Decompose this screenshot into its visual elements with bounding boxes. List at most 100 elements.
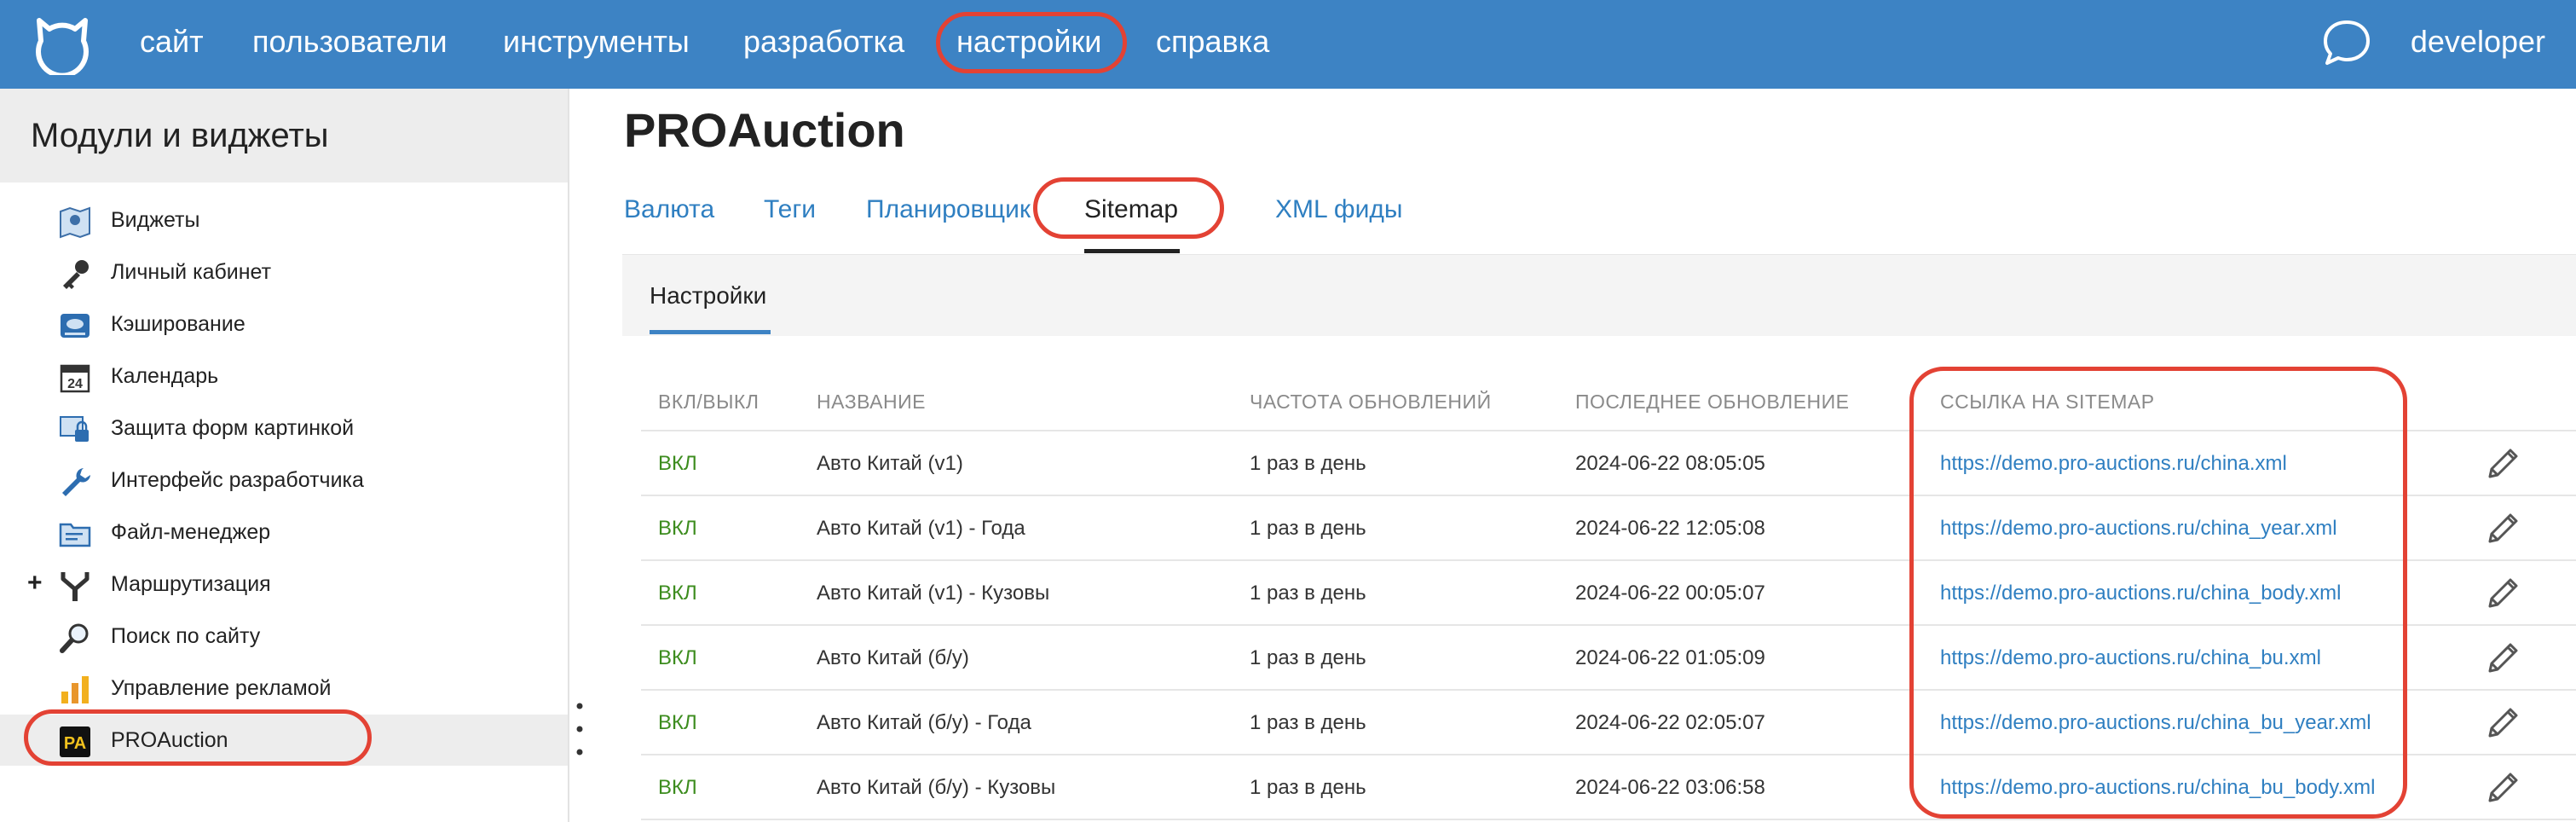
- sidebar-item-account[interactable]: Личный кабинет: [0, 246, 568, 298]
- sidebar-item-label: Управление рекламой: [111, 676, 332, 700]
- table-row: ВКЛ Авто Китай (б/у) - Года 1 раз в день…: [641, 691, 2576, 755]
- tab-tags[interactable]: Теги: [764, 193, 816, 227]
- chat-bubble-icon[interactable]: [2320, 17, 2373, 68]
- sidebar: Модули и виджеты Виджеты Личный кабинет …: [0, 89, 569, 822]
- widgets-map-icon: [60, 206, 90, 239]
- status-toggle[interactable]: ВКЛ: [658, 645, 697, 672]
- sidebar-item-ads[interactable]: Управление рекламой: [0, 663, 568, 714]
- status-toggle[interactable]: ВКЛ: [658, 450, 697, 478]
- tab-sitemap[interactable]: Sitemap: [1084, 193, 1178, 227]
- subtab-panel: Настройки: [622, 254, 2576, 336]
- sidebar-item-label: Интерфейс разработчика: [111, 468, 364, 492]
- column-header-frequency[interactable]: ЧАСТОТА ОБНОВЛЕНИЙ: [1250, 389, 1492, 414]
- pencil-edit-icon[interactable]: [2486, 576, 2520, 611]
- pencil-edit-icon[interactable]: [2486, 641, 2520, 675]
- table-row: ВКЛ Авто Китай (v1) 1 раз в день 2024-06…: [641, 431, 2576, 496]
- row-name: Авто Китай (v1) - Года: [817, 517, 1025, 540]
- sidebar-item-widgets[interactable]: Виджеты: [0, 194, 568, 246]
- sitemap-link[interactable]: https://demo.pro-auctions.ru/china_body.…: [1940, 580, 2341, 607]
- sidebar-item-label: Личный кабинет: [111, 260, 272, 284]
- expand-plus-icon[interactable]: +: [27, 569, 43, 598]
- row-name: Авто Китай (б/у) - Кузовы: [817, 776, 1056, 799]
- sidebar-item-calendar[interactable]: 24 Календарь: [0, 350, 568, 402]
- sitemap-link[interactable]: https://demo.pro-auctions.ru/china_bu.xm…: [1940, 645, 2321, 672]
- magnifier-icon: [60, 623, 89, 653]
- column-header-last-update[interactable]: ПОСЛЕДНЕЕ ОБНОВЛЕНИЕ: [1575, 389, 1849, 414]
- row-name: Авто Китай (v1) - Кузовы: [817, 582, 1050, 605]
- captcha-icon: [60, 416, 89, 442]
- row-frequency: 1 раз в день: [1250, 646, 1366, 669]
- svg-text:24: 24: [67, 377, 83, 391]
- table-row: ВКЛ Авто Китай (v1) - Кузовы 1 раз в ден…: [641, 561, 2576, 626]
- table-header: ВКЛ/ВЫКЛ НАЗВАНИЕ ЧАСТОТА ОБНОВЛЕНИЙ ПОС…: [641, 370, 2576, 431]
- pa-logo-icon: PA: [60, 726, 90, 757]
- row-name: Авто Китай (б/у) - Года: [817, 711, 1031, 734]
- calendar-icon: 24: [60, 364, 90, 393]
- sitemap-link[interactable]: https://demo.pro-auctions.ru/china.xml: [1940, 450, 2287, 478]
- row-last-update: 2024-06-22 00:05:07: [1575, 582, 1765, 605]
- status-toggle[interactable]: ВКЛ: [658, 774, 697, 802]
- tab-scheduler[interactable]: Планировщик: [866, 193, 1031, 227]
- sitemap-link[interactable]: https://demo.pro-auctions.ru/china_year.…: [1940, 515, 2337, 542]
- nav-tools[interactable]: инструменты: [503, 22, 690, 61]
- sidebar-item-label: PROAuction: [111, 728, 228, 752]
- sidebar-item-label: Маршрутизация: [111, 572, 271, 596]
- status-toggle[interactable]: ВКЛ: [658, 515, 697, 542]
- sidebar-item-label: Поиск по сайту: [111, 624, 261, 648]
- row-frequency: 1 раз в день: [1250, 517, 1366, 540]
- row-frequency: 1 раз в день: [1250, 452, 1366, 475]
- row-last-update: 2024-06-22 01:05:09: [1575, 646, 1765, 669]
- sidebar-item-label: Защита форм картинкой: [111, 416, 355, 440]
- sidebar-item-proauction[interactable]: PA PROAuction: [0, 715, 568, 766]
- pencil-edit-icon[interactable]: [2486, 706, 2520, 740]
- sitemap-link[interactable]: https://demo.pro-auctions.ru/china_bu_bo…: [1940, 774, 2376, 802]
- column-header-status[interactable]: ВКЛ/ВЫКЛ: [658, 389, 759, 414]
- subtab-settings[interactable]: Настройки: [650, 281, 766, 311]
- sidebar-item-label: Календарь: [111, 364, 219, 388]
- sidebar-item-site-search[interactable]: Поиск по сайту: [0, 611, 568, 662]
- sidebar-item-dev-interface[interactable]: Интерфейс разработчика: [0, 454, 568, 506]
- nav-users[interactable]: пользователи: [252, 22, 448, 61]
- bar-chart-icon: [61, 676, 89, 703]
- sidebar-resize-handle[interactable]: [575, 699, 584, 759]
- sidebar-title: Модули и виджеты: [31, 117, 329, 154]
- tab-xml-feeds[interactable]: XML фиды: [1275, 193, 1402, 227]
- sidebar-item-captcha[interactable]: Защита форм картинкой: [0, 402, 568, 454]
- pencil-edit-icon[interactable]: [2486, 512, 2520, 546]
- wrench-icon: [62, 468, 90, 496]
- column-header-sitemap-link[interactable]: ССЫЛКА НА SITEMAP: [1940, 389, 2155, 414]
- tab-currency[interactable]: Валюта: [624, 193, 714, 227]
- active-subtab-indicator: [650, 330, 771, 334]
- row-name: Авто Китай (б/у): [817, 646, 969, 669]
- svg-text:PA: PA: [64, 734, 86, 753]
- status-toggle[interactable]: ВКЛ: [658, 709, 697, 737]
- sidebar-item-cache[interactable]: Кэширование: [0, 298, 568, 350]
- sidebar-item-routing[interactable]: + Маршрутизация: [0, 559, 568, 610]
- sitemap-link[interactable]: https://demo.pro-auctions.ru/china_bu_ye…: [1940, 709, 2371, 737]
- pencil-edit-icon[interactable]: [2486, 771, 2520, 805]
- nav-site[interactable]: сайт: [140, 22, 204, 61]
- active-tab-indicator: [1084, 249, 1180, 253]
- nav-settings[interactable]: настройки: [956, 22, 1101, 61]
- status-toggle[interactable]: ВКЛ: [658, 580, 697, 607]
- table-row: ВКЛ Авто Китай (v1) - Года 1 раз в день …: [641, 496, 2576, 561]
- top-navigation-bar: сайт пользователи инструменты разработка…: [0, 0, 2576, 89]
- row-name: Авто Китай (v1): [817, 452, 963, 475]
- table-row: ВКЛ Авто Китай (б/у) - Кузовы 1 раз в де…: [641, 755, 2576, 820]
- sidebar-item-label: Кэширование: [111, 312, 245, 336]
- nav-development[interactable]: разработка: [743, 22, 904, 61]
- site-logo-icon[interactable]: [31, 12, 94, 75]
- sidebar-item-label: Файл-менеджер: [111, 520, 271, 544]
- sidebar-header: Модули и виджеты: [0, 89, 568, 182]
- row-last-update: 2024-06-22 03:06:58: [1575, 776, 1765, 799]
- row-frequency: 1 раз в день: [1250, 776, 1366, 799]
- pencil-edit-icon[interactable]: [2486, 447, 2520, 481]
- user-menu[interactable]: developer: [2411, 22, 2545, 61]
- key-icon: [63, 260, 89, 289]
- nav-help[interactable]: справка: [1156, 22, 1269, 61]
- sidebar-item-file-manager[interactable]: Файл-менеджер: [0, 507, 568, 558]
- table-row: ВКЛ Авто Китай (б/у) 1 раз в день 2024-0…: [641, 626, 2576, 691]
- column-header-name[interactable]: НАЗВАНИЕ: [817, 389, 926, 414]
- sidebar-item-label: Виджеты: [111, 208, 200, 232]
- cache-disk-icon: [61, 314, 90, 338]
